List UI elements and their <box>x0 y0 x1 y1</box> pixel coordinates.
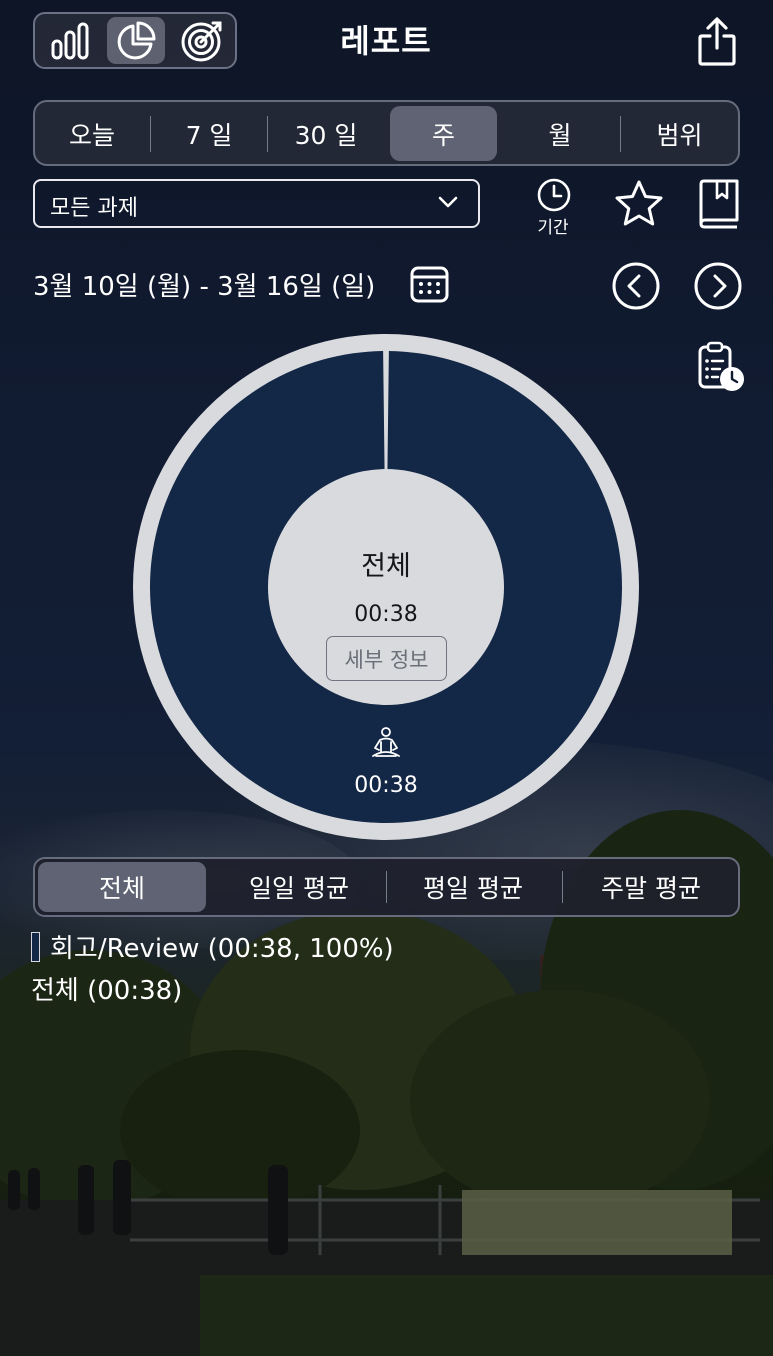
report-mode-switch <box>33 12 237 69</box>
pie-chart-mode-button[interactable] <box>107 17 165 64</box>
tab-divider <box>150 116 151 152</box>
target-icon <box>181 21 222 61</box>
chevron-left-circle-icon <box>612 262 660 310</box>
tab-divider <box>267 116 268 152</box>
page-title: 레포트 <box>340 22 432 60</box>
book-icon <box>699 179 739 229</box>
legend-item: 회고/Review (00:38, 100%) <box>31 928 394 965</box>
chevron-right-circle-icon <box>694 262 742 310</box>
journal-button[interactable] <box>697 178 741 230</box>
pie-chart-icon <box>117 21 156 59</box>
task-select[interactable]: 모든 과제 <box>33 179 480 228</box>
tab-weekday-average[interactable]: 평일 평균 <box>388 862 558 912</box>
tab-divider <box>386 871 387 903</box>
clipboard-clock-icon <box>698 341 744 391</box>
period-button-label: 기간 <box>537 218 569 238</box>
tab-month[interactable]: 월 <box>502 106 618 161</box>
legend-item-label: 회고/Review (00:38, 100%) <box>50 934 394 964</box>
tab-divider <box>562 871 563 903</box>
tab-weekend-average[interactable]: 주말 평균 <box>565 862 737 912</box>
tab-30-days[interactable]: 30 일 <box>269 106 383 161</box>
slice-time-label: 00:38 <box>354 773 417 798</box>
date-range-label: 3월 10일 (월) - 3월 16일 (일) <box>33 272 376 302</box>
tab-divider <box>620 116 621 152</box>
share-button[interactable] <box>694 16 740 68</box>
task-select-value: 모든 과제 <box>50 196 138 221</box>
clock-icon <box>537 178 571 212</box>
total-summary: 전체 (00:38) <box>31 976 183 1006</box>
share-icon <box>698 17 736 66</box>
tab-total[interactable]: 전체 <box>38 862 206 912</box>
legend-swatch <box>31 931 40 962</box>
previous-period-button[interactable] <box>611 261 661 311</box>
bar-chart-icon <box>51 22 89 59</box>
period-tabs: 오늘 7 일 30 일 주 월 범위 <box>33 100 740 166</box>
pie-chart: 전체 00:38 00:38 <box>133 334 639 840</box>
calendar-icon <box>410 266 449 303</box>
tab-week[interactable]: 주 <box>390 106 497 161</box>
bar-chart-mode-button[interactable] <box>41 17 99 64</box>
calendar-button[interactable] <box>410 265 450 305</box>
tab-today[interactable]: 오늘 <box>37 106 147 161</box>
details-button[interactable]: 세부 정보 <box>326 636 447 681</box>
tab-daily-average[interactable]: 일일 평균 <box>213 862 385 912</box>
chart-center-title: 전체 <box>361 551 411 582</box>
tab-7-days[interactable]: 7 일 <box>153 106 265 161</box>
next-period-button[interactable] <box>693 261 743 311</box>
average-tabs: 전체 일일 평균 평일 평균 주말 평균 <box>33 857 740 917</box>
chevron-down-icon <box>438 196 458 208</box>
target-mode-button[interactable] <box>173 17 231 64</box>
tab-range[interactable]: 범위 <box>623 106 736 161</box>
favorite-button[interactable] <box>612 178 666 230</box>
star-icon <box>615 180 663 226</box>
time-log-button[interactable] <box>696 341 746 393</box>
chart-center-total: 00:38 <box>354 602 417 627</box>
